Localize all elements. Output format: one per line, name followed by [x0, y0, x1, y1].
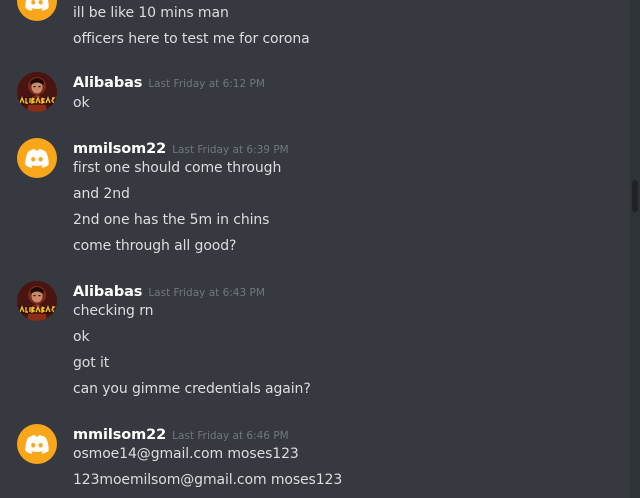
- message-text: 2nd one has the 5m in chins: [73, 212, 270, 228]
- timestamp[interactable]: Last Friday at 6:43 PM: [148, 287, 265, 299]
- alibabas-avatar[interactable]: [17, 281, 57, 321]
- alibabas-avatar[interactable]: [17, 72, 57, 112]
- discord-logo-icon[interactable]: [17, 138, 57, 178]
- message-header: mmilsom22 Last Friday at 6:39 PM: [73, 138, 289, 157]
- message-header: Alibabas Last Friday at 6:43 PM: [73, 281, 265, 300]
- message-text: osmoe14@gmail.com moses123: [73, 446, 299, 462]
- message-text: 123moemilsom@gmail.com moses123: [73, 472, 343, 488]
- message-header: Alibabas Last Friday at 6:12 PM: [73, 72, 265, 91]
- message-text: got it: [73, 355, 110, 371]
- message-text: officers here to test me for corona: [73, 31, 310, 47]
- message-text: come through all good?: [73, 238, 237, 254]
- username[interactable]: mmilsom22: [73, 141, 166, 157]
- message-text: ok: [73, 95, 90, 111]
- message-text: first one should come through: [73, 160, 282, 176]
- message-text: ill be like 10 mins man: [73, 5, 229, 21]
- discord-logo-icon[interactable]: [17, 424, 57, 464]
- discord-logo-icon[interactable]: [17, 0, 57, 21]
- message-text: can you gimme credentials again?: [73, 381, 311, 397]
- timestamp[interactable]: Last Friday at 6:12 PM: [148, 78, 265, 90]
- chat-message-list[interactable]: ill be like 10 mins man officers here to…: [0, 0, 640, 498]
- message-text: and 2nd: [73, 186, 130, 202]
- username[interactable]: Alibabas: [73, 284, 142, 300]
- message-text: ok: [73, 329, 90, 345]
- timestamp[interactable]: Last Friday at 6:39 PM: [172, 144, 289, 156]
- username[interactable]: Alibabas: [73, 75, 142, 91]
- scrollbar[interactable]: [630, 0, 640, 498]
- username[interactable]: mmilsom22: [73, 427, 166, 443]
- timestamp[interactable]: Last Friday at 6:46 PM: [172, 430, 289, 442]
- message-header: mmilsom22 Last Friday at 6:46 PM: [73, 424, 289, 443]
- message-text: checking rn: [73, 303, 154, 319]
- scrollbar-thumb[interactable]: [632, 180, 638, 212]
